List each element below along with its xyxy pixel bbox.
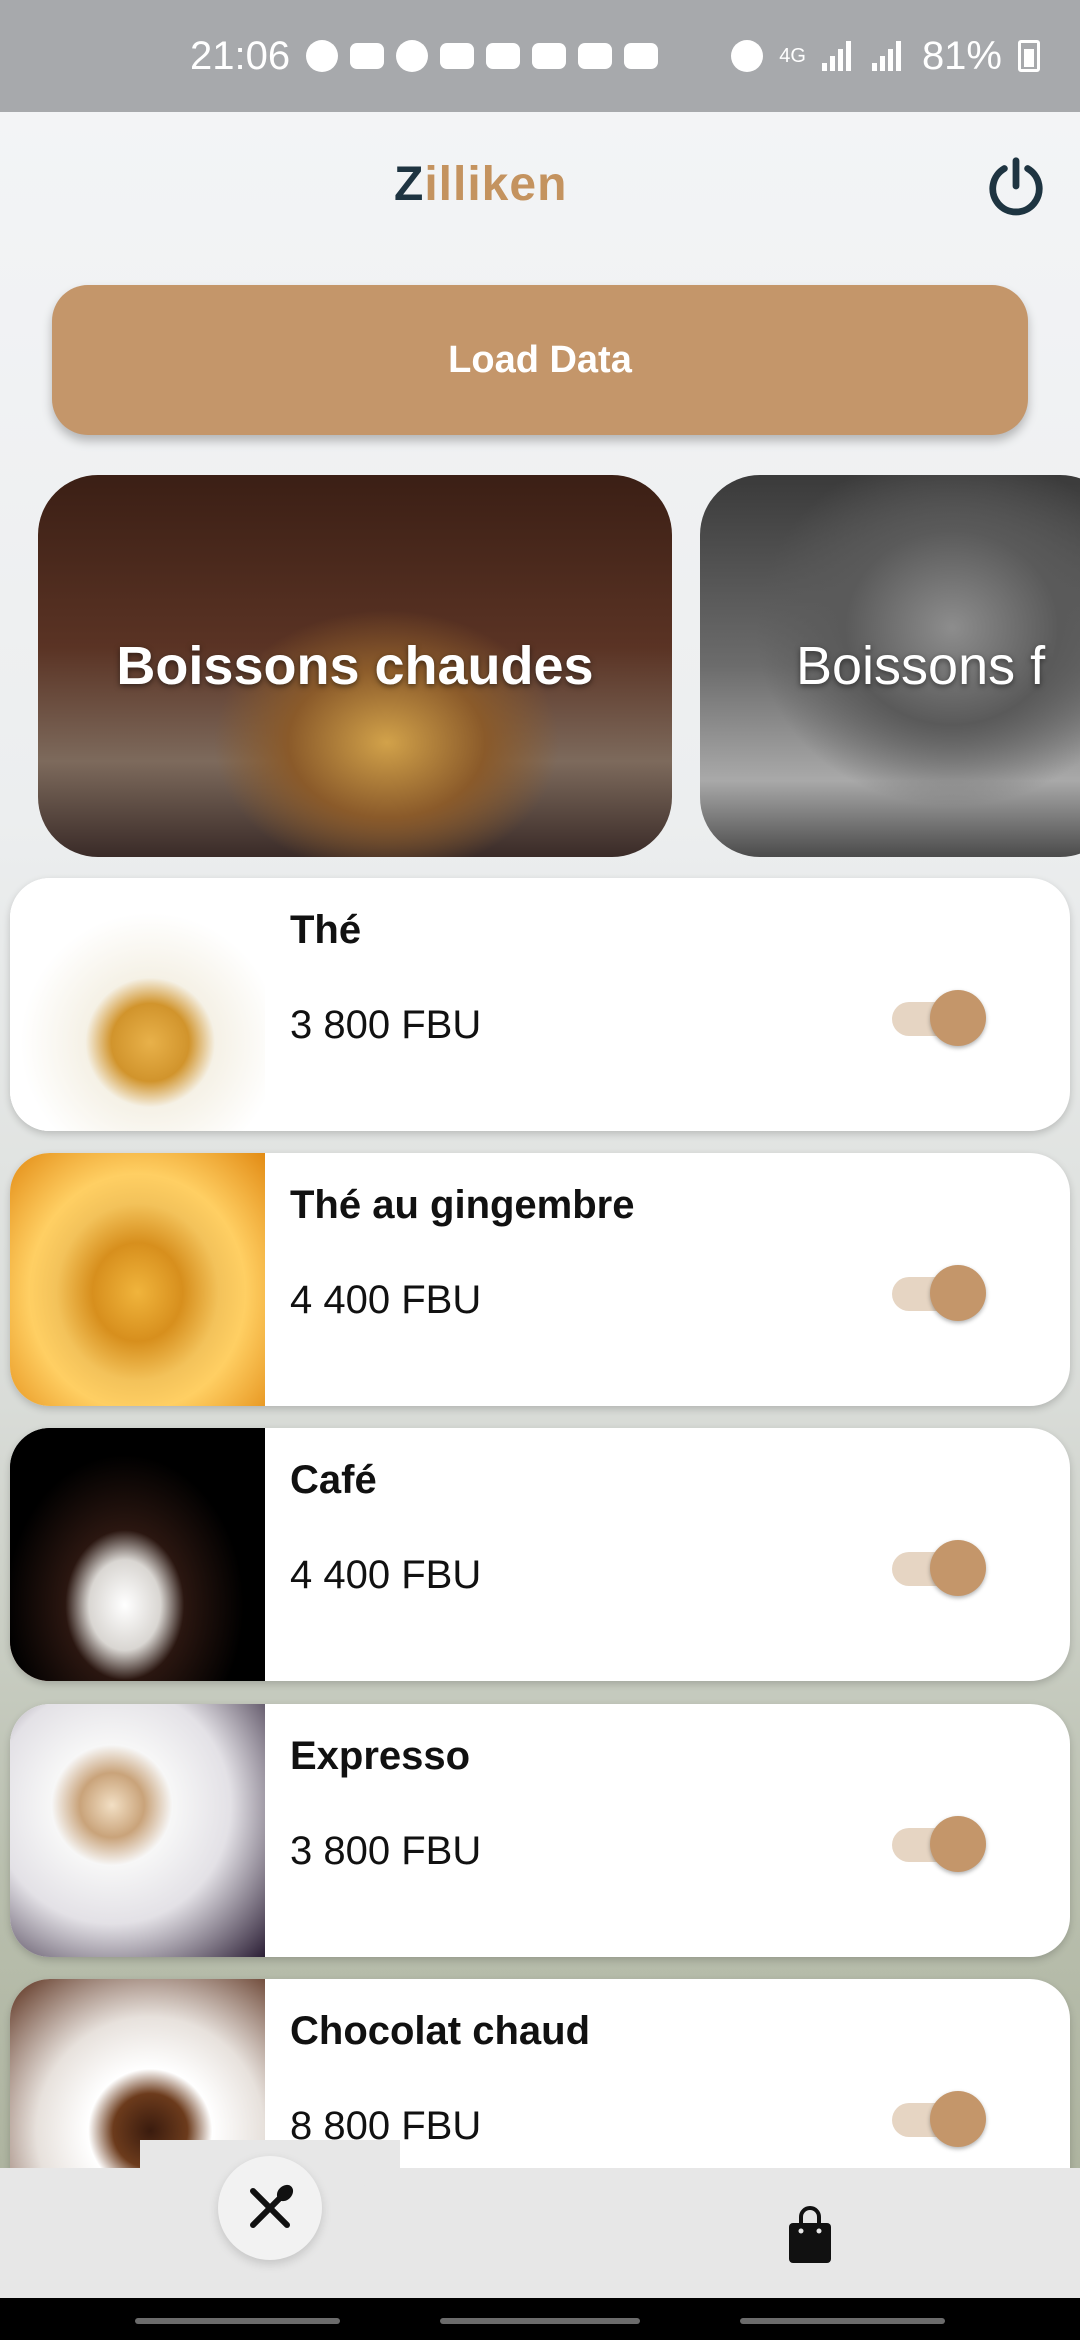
- system-nav-home[interactable]: [440, 2318, 640, 2324]
- category-carousel[interactable]: Boissons chaudes Boissons f: [0, 475, 1080, 857]
- status-bar: 21:06 4G 81%: [0, 0, 1080, 112]
- youtube-icon: [624, 43, 659, 69]
- signal-icon: [871, 41, 906, 71]
- notification-icons: [306, 40, 659, 72]
- item-image: [10, 1704, 265, 1957]
- list-item[interactable]: Thé 3 800 FBU: [10, 878, 1070, 1131]
- item-image: [10, 878, 265, 1131]
- utensils-icon: [250, 2184, 294, 2228]
- category-label: Boissons f: [796, 636, 1046, 696]
- item-image: [10, 1428, 265, 1681]
- battery-percent: 81%: [921, 33, 1002, 78]
- bell-icon: [396, 40, 429, 72]
- load-data-button[interactable]: Load Data: [52, 285, 1028, 435]
- system-navigation-bar: [0, 2298, 1080, 2340]
- youtube-icon: [532, 43, 567, 69]
- status-time: 21:06: [190, 33, 291, 78]
- item-name: Expresso: [290, 1734, 471, 1778]
- item-name: Thé: [290, 908, 362, 952]
- brand-rest: illiken: [424, 158, 568, 211]
- message-icon: [350, 43, 385, 69]
- system-nav-back[interactable]: [135, 2318, 340, 2324]
- item-name: Café: [290, 1458, 377, 1502]
- item-price: 3 800 FBU: [290, 1829, 482, 1873]
- item-name: Chocolat chaud: [290, 2009, 591, 2053]
- availability-toggle[interactable]: [880, 988, 986, 1046]
- list-item[interactable]: Café 4 400 FBU: [10, 1428, 1070, 1681]
- category-card-hot-drinks[interactable]: Boissons chaudes: [38, 475, 672, 857]
- availability-toggle[interactable]: [880, 1263, 986, 1321]
- brand-initial: Z: [394, 158, 425, 211]
- availability-toggle[interactable]: [880, 1814, 986, 1872]
- whatsapp-icon: [306, 40, 339, 72]
- item-price: 4 400 FBU: [290, 1553, 482, 1597]
- signal-icon: [821, 41, 856, 71]
- list-item[interactable]: Expresso 3 800 FBU: [10, 1704, 1070, 1957]
- item-price: 4 400 FBU: [290, 1278, 482, 1322]
- item-price: 3 800 FBU: [290, 1003, 482, 1047]
- youtube-icon: [440, 43, 475, 69]
- list-item[interactable]: Thé au gingembre 4 400 FBU: [10, 1153, 1070, 1406]
- category-card-cold-drinks[interactable]: Boissons f: [700, 475, 1080, 857]
- youtube-icon: [486, 43, 521, 69]
- alarm-icon: [731, 40, 764, 72]
- nav-menu-button[interactable]: [218, 2156, 322, 2260]
- system-nav-recents[interactable]: [740, 2318, 945, 2324]
- item-image: [10, 1153, 265, 1406]
- shopping-bag-icon[interactable]: [785, 2205, 835, 2265]
- youtube-icon: [578, 43, 613, 69]
- availability-toggle[interactable]: [880, 2089, 986, 2147]
- battery-icon: [1018, 40, 1040, 72]
- availability-toggle[interactable]: [880, 1538, 986, 1596]
- category-label: Boissons chaudes: [116, 636, 594, 696]
- app-title: Zilliken: [394, 157, 567, 212]
- network-type: 4G: [779, 44, 806, 67]
- item-name: Thé au gingembre: [290, 1183, 635, 1227]
- power-icon[interactable]: [985, 155, 1047, 217]
